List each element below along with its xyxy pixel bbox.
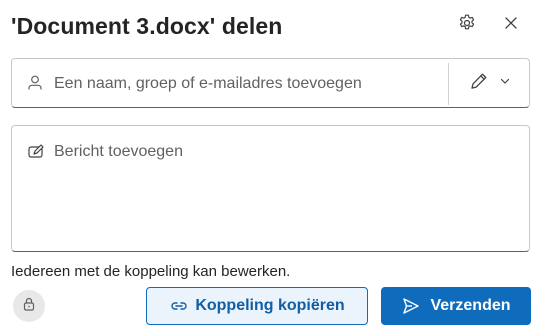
divider bbox=[448, 63, 449, 105]
settings-button[interactable] bbox=[453, 11, 481, 39]
copy-link-button[interactable]: Koppeling kopiëren bbox=[146, 287, 368, 325]
close-button[interactable] bbox=[497, 11, 525, 39]
send-button[interactable]: Verzenden bbox=[381, 287, 531, 325]
pencil-icon bbox=[469, 71, 489, 96]
permission-dropdown-button[interactable] bbox=[458, 65, 522, 101]
link-settings-text[interactable]: Iedereen met de koppeling kan bewerken. bbox=[11, 262, 290, 282]
person-icon bbox=[26, 74, 44, 92]
send-label: Verzenden bbox=[430, 297, 511, 314]
dialog-title: 'Document 3.docx' delen bbox=[11, 13, 283, 39]
send-icon bbox=[401, 296, 421, 316]
link-settings-button[interactable] bbox=[13, 290, 45, 322]
message-input[interactable] bbox=[54, 140, 514, 240]
recipient-field bbox=[11, 58, 530, 108]
compose-icon bbox=[27, 143, 45, 161]
message-field bbox=[11, 125, 530, 252]
lock-icon bbox=[21, 296, 37, 317]
chevron-down-icon bbox=[499, 74, 511, 92]
gear-icon bbox=[457, 13, 477, 38]
close-icon bbox=[503, 15, 519, 36]
link-icon bbox=[169, 296, 189, 316]
recipient-input[interactable] bbox=[54, 71, 434, 97]
copy-link-label: Koppeling kopiëren bbox=[195, 297, 345, 314]
